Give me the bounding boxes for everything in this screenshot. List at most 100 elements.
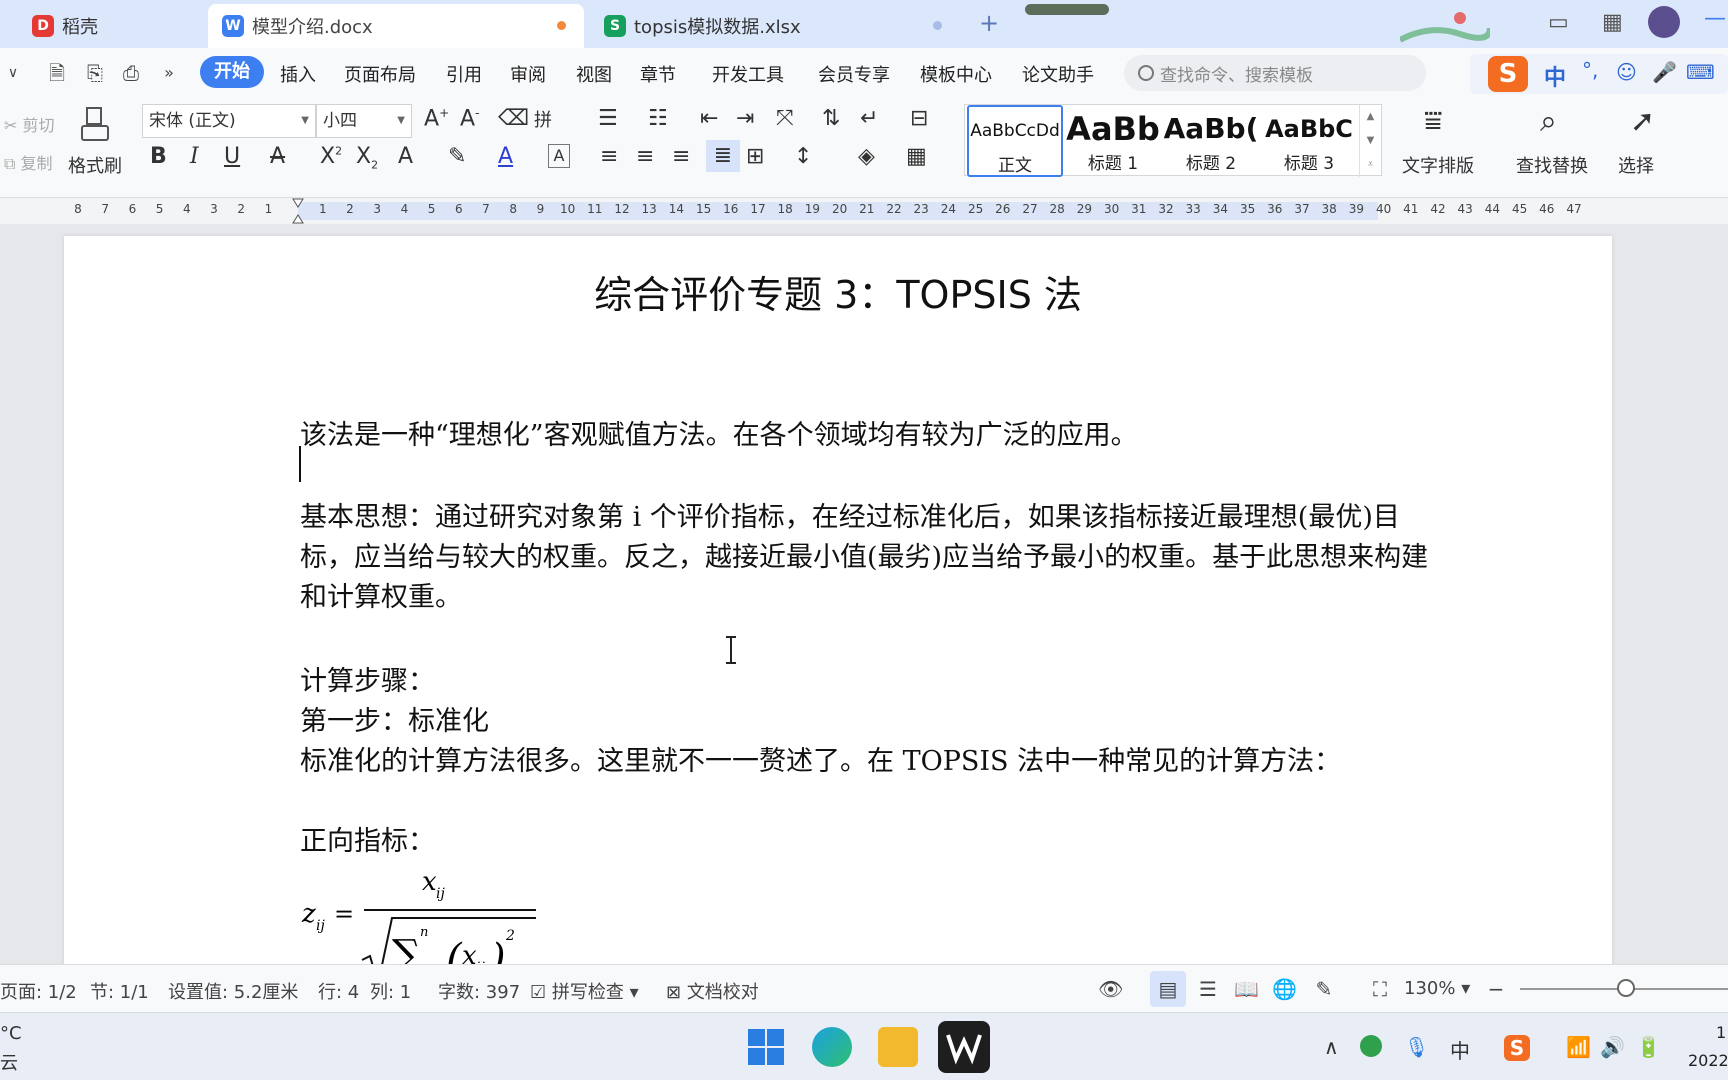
- volume-icon[interactable]: 🔊: [1600, 1035, 1625, 1059]
- battery-icon[interactable]: 🔋: [1636, 1035, 1661, 1059]
- italic-icon[interactable]: I: [190, 144, 199, 169]
- menu-reference[interactable]: 引用: [446, 61, 482, 87]
- align-center-icon[interactable]: ≡: [636, 144, 654, 169]
- edge-browser-icon[interactable]: [812, 1027, 852, 1067]
- justify-icon[interactable]: ≣: [706, 140, 740, 172]
- avatar[interactable]: [1648, 6, 1680, 38]
- style-heading-2[interactable]: AaBb( 标题 2: [1163, 105, 1259, 177]
- new-tab-icon[interactable]: +: [976, 11, 1002, 37]
- find-icon[interactable]: ⌕: [1540, 104, 1557, 139]
- superscript-icon[interactable]: X2: [320, 144, 342, 169]
- find-replace-button[interactable]: 查找替换: [1516, 152, 1588, 178]
- zoom-slider-handle[interactable]: [1617, 979, 1635, 997]
- clock-time[interactable]: 1!: [1716, 1023, 1728, 1042]
- style-heading-1[interactable]: AaBb 标题 1: [1065, 105, 1161, 177]
- text-layout-icon[interactable]: ⩸: [1424, 104, 1442, 139]
- ime-toolbar[interactable]: S 中 °, ☺ 🎤 ⌨: [1470, 54, 1728, 94]
- font-color-icon[interactable]: A: [498, 144, 513, 169]
- tab-daoke[interactable]: D 稻壳: [18, 4, 208, 48]
- format-painter-label[interactable]: 格式刷: [68, 152, 122, 178]
- unsaved-dot-icon[interactable]: [557, 21, 566, 30]
- weather-temp[interactable]: °C: [0, 1023, 22, 1044]
- line-break-icon[interactable]: ↵: [860, 106, 878, 131]
- char-border-icon[interactable]: A: [548, 144, 570, 168]
- menu-chapter[interactable]: 章节: [640, 61, 676, 87]
- borders-icon[interactable]: ▦: [906, 144, 927, 169]
- pointer-icon[interactable]: ➚: [1630, 104, 1655, 139]
- tray-mic-icon[interactable]: 🎙: [1404, 1035, 1429, 1059]
- fit-page-icon[interactable]: ⛶: [1368, 977, 1392, 1001]
- font-size-select[interactable]: 小四 ▼: [316, 104, 412, 138]
- style-normal[interactable]: AaBbCcDd 正文: [967, 105, 1063, 177]
- wifi-icon[interactable]: 📶: [1566, 1035, 1591, 1059]
- tray-app-icon[interactable]: [1360, 1035, 1382, 1057]
- status-words[interactable]: 字数: 397: [438, 978, 520, 1004]
- select-button[interactable]: 选择: [1618, 152, 1654, 178]
- numbered-list-icon[interactable]: ☷: [648, 106, 668, 131]
- more-icon[interactable]: »: [156, 60, 182, 86]
- spell-check-button[interactable]: ☑ 拼写检查 ▾: [530, 978, 639, 1004]
- shrink-font-icon[interactable]: A-: [460, 106, 479, 131]
- document-area[interactable]: 综合评价专题 3：TOPSIS 法 该法是一种“理想化”客观赋值方法。在各个领域…: [0, 224, 1728, 964]
- status-col[interactable]: 列: 1: [370, 978, 411, 1004]
- increase-indent-icon[interactable]: ⇥: [736, 106, 754, 131]
- weather-condition[interactable]: 云: [0, 1049, 18, 1075]
- menu-start[interactable]: 开始: [200, 56, 264, 88]
- style-scroll[interactable]: ▲ ▼ ⩡: [1359, 105, 1381, 177]
- subscript-icon[interactable]: X2: [356, 144, 378, 171]
- sort-icon[interactable]: ⇅: [822, 106, 840, 131]
- windows-start-icon[interactable]: [746, 1027, 786, 1067]
- decrease-indent-icon[interactable]: ⇤: [700, 106, 718, 131]
- menu-devtools[interactable]: 开发工具: [712, 61, 784, 87]
- save-icon[interactable]: 🗎: [44, 60, 70, 86]
- tab-docx[interactable]: W 模型介绍.docx: [208, 4, 584, 48]
- window-drag-handle[interactable]: [1025, 4, 1109, 15]
- distribute-icon[interactable]: ⊞: [746, 144, 764, 169]
- font-name-select[interactable]: 宋体 (正文) ▼: [142, 104, 316, 138]
- bold-icon[interactable]: B: [150, 144, 167, 169]
- bullet-list-icon[interactable]: ☰: [598, 106, 618, 131]
- text-effect-icon[interactable]: A: [398, 144, 413, 169]
- tray-sogou-icon[interactable]: S: [1504, 1035, 1530, 1061]
- zoom-out-icon[interactable]: −: [1484, 977, 1508, 1001]
- align-right-icon[interactable]: ≡: [672, 144, 690, 169]
- text-layout-button[interactable]: 文字排版: [1402, 152, 1474, 178]
- clock-date[interactable]: 2022/: [1688, 1051, 1728, 1070]
- wps-office-icon[interactable]: [938, 1021, 990, 1080]
- grow-font-icon[interactable]: A+: [424, 106, 449, 131]
- web-view-icon[interactable]: 🌐: [1272, 977, 1297, 1001]
- menu-layout[interactable]: 页面布局: [344, 61, 416, 87]
- print-icon[interactable]: ⎙: [118, 60, 144, 86]
- ruler[interactable]: 8 7 6 5 4 3 2 1 1 2 3 4 5 6 7 8 9 10 11 12 13 14 15 16 17 18 19 20 2…: [0, 198, 1728, 224]
- underline-icon[interactable]: U: [224, 144, 240, 169]
- formula-image[interactable]: z ij = x ij ∑ n i=1 ( x ij ) 2: [300, 856, 540, 964]
- tab-xlsx[interactable]: S topsis模拟数据.xlsx: [590, 4, 960, 48]
- zoom-level[interactable]: 130% ▾: [1404, 978, 1470, 999]
- minimize-icon[interactable]: —: [1704, 6, 1726, 31]
- line-spacing-icon[interactable]: ↕: [794, 144, 812, 169]
- menu-templates[interactable]: 模板中心: [920, 61, 992, 87]
- indent-marker-icon[interactable]: [292, 198, 304, 224]
- document-page[interactable]: 综合评价专题 3：TOPSIS 法 该法是一种“理想化”客观赋值方法。在各个领域…: [64, 236, 1612, 964]
- format-painter-icon[interactable]: [78, 106, 112, 146]
- pinyin-icon[interactable]: 拼: [534, 106, 552, 132]
- table-lines-icon[interactable]: ⊟: [910, 106, 928, 131]
- style-heading-3[interactable]: AaBbC 标题 3: [1261, 105, 1357, 177]
- doc-proof-button[interactable]: ⊠ 文档校对: [666, 978, 759, 1004]
- align-left-icon[interactable]: ≡: [600, 144, 618, 169]
- shading-icon[interactable]: ◈: [858, 144, 875, 169]
- chevron-down-icon[interactable]: ∨: [0, 60, 26, 86]
- reading-view-icon[interactable]: 📖: [1234, 977, 1259, 1001]
- menu-view[interactable]: 视图: [576, 61, 612, 87]
- status-row[interactable]: 行: 4: [318, 978, 359, 1004]
- copy-button[interactable]: ⧉ 复制: [4, 150, 53, 174]
- tray-overflow-icon[interactable]: ∧: [1324, 1035, 1339, 1059]
- apps-grid-icon[interactable]: ▦: [1602, 10, 1623, 35]
- eye-protection-icon[interactable]: 👁: [1098, 977, 1123, 1001]
- chinese-layout-icon[interactable]: ⤧: [776, 106, 794, 131]
- outline-view-icon[interactable]: ☰: [1196, 977, 1220, 1001]
- cut-button[interactable]: ✂ 剪切: [4, 112, 55, 136]
- write-view-icon[interactable]: ✎: [1312, 977, 1336, 1001]
- window-layout-icon[interactable]: ▭: [1548, 10, 1569, 35]
- export-icon[interactable]: ⎘: [82, 60, 108, 86]
